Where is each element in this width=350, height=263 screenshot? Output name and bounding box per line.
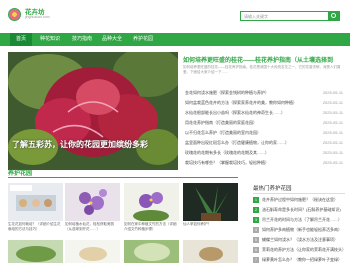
list-item[interactable]: 用花花养护指南（打造美丽的家庭花园） 2025-05-11 <box>183 118 345 128</box>
article-card[interactable]: 生花花如何栽培？（详细介绍生花栽培的方法与技巧） <box>8 183 63 233</box>
sidebar-title: 最热门养护花园 <box>253 186 292 192</box>
site-url: jinghuacao.com <box>25 15 50 19</box>
main-nav: 首页 种花知识 技巧指南 品种大全 养护花园 <box>0 33 350 46</box>
sidebar-item-title[interactable]: 花卉养护过程中如何施肥？（秘诀在这里） <box>262 195 348 205</box>
article-thumbnail <box>65 240 120 263</box>
nav-item-garden[interactable]: 养护花园 <box>128 33 158 46</box>
article-card[interactable]: 如何在家中种植文竹的方法（详细介绍文竹种植步骤） <box>124 183 179 233</box>
site-header: 花卉坊 jinghuacao.com 请输入关键字 <box>0 0 350 32</box>
news-title[interactable]: 金花如何浇水施肥（探索金钱树的种植与养护） <box>185 88 311 98</box>
article-card-lower[interactable] <box>8 240 63 263</box>
nav-item-varieties[interactable]: 品种大全 <box>98 33 126 46</box>
list-item[interactable]: 7 绿萝黄叶怎么办？（教你一招绿萝叶子变绿） <box>253 255 348 263</box>
news-date: 2025-05-11 <box>322 130 343 135</box>
hero-caption[interactable]: 了解五彩苏，让你的花园更加缤纷多彩 <box>12 140 174 150</box>
news-date: 2025-05-11 <box>322 90 343 95</box>
rank-badge: 7 <box>253 257 259 263</box>
news-title[interactable]: 以不归花怎么养护（打造美丽的室内花园） <box>185 128 311 138</box>
list-item[interactable]: 5 蝴蝶兰如何浇水？（浇水方法及注意事项） <box>253 235 348 245</box>
news-title[interactable]: 如何盆栽蓝色花卉的方法（探索家养花卉的美，教你如何种植） <box>185 98 311 108</box>
section-title[interactable]: 养护花园 <box>8 168 32 177</box>
article-thumbnail <box>124 240 179 263</box>
article-thumbnail <box>8 240 63 263</box>
sidebar-divider <box>253 193 345 194</box>
article-card-lower[interactable] <box>65 240 120 263</box>
list-item[interactable]: 栽培技巧有哪些？（掌握栽培技巧，轻松种植） 2025-05-11 <box>183 158 345 168</box>
news-title[interactable]: 水仙花根部能长出小苗吗（探索水仙花的神奇生长……） <box>185 108 311 118</box>
section-divider <box>8 177 238 178</box>
nav-item-tips[interactable]: 技巧指南 <box>68 33 96 46</box>
list-item[interactable]: 如何盆栽蓝色花卉的方法（探索家养花卉的美，教你如何种植） 2025-05-11 <box>183 98 345 108</box>
article-thumbnail <box>65 183 120 221</box>
list-item[interactable]: 1 花卉养护过程中如何施肥？（秘诀在这里） <box>253 195 348 205</box>
news-title[interactable]: 栽培技巧有哪些？（掌握栽培技巧，轻松种植） <box>185 158 311 168</box>
sidebar-item-title[interactable]: 如何养护多肉植物（新手也能轻松养活多肉） <box>262 225 348 235</box>
news-title[interactable]: 玫瑰花的花期有多长（玫瑰花的花期及其……） <box>185 148 311 158</box>
coleus-plant-image <box>8 52 178 170</box>
article-card[interactable]: 如何培植水仙花，轻松获取美丽（从选球到开花……） <box>65 183 120 233</box>
nav-item-home[interactable]: 首页 <box>10 33 32 46</box>
rank-badge: 1 <box>253 197 259 203</box>
search-button[interactable] <box>328 11 340 21</box>
news-date: 2025-05-11 <box>322 140 343 145</box>
sidebar-item-title[interactable]: 吊兰开花的时间与方法（了解吊兰开花……） <box>262 215 348 225</box>
flower-logo-icon[interactable] <box>8 8 21 21</box>
rank-badge: 3 <box>253 217 259 223</box>
search-input[interactable]: 请输入关键字 <box>240 11 330 21</box>
featured-description: 如何培养更旺盛的桂花——桂花养护指南。桂花是我国十大传统名花之一，它的花香浓郁，… <box>183 65 341 74</box>
nav-item-knowledge[interactable]: 种花知识 <box>36 33 64 46</box>
news-title[interactable]: 用花花养护指南（打造美丽的家庭花园） <box>185 118 311 128</box>
list-item[interactable]: 金花如何浇水施肥（探索金钱树的种植与养护） 2025-05-11 <box>183 88 345 98</box>
news-list: 金花如何浇水施肥（探索金钱树的种植与养护） 2025-05-11 如何盆栽蓝色花卉… <box>183 88 345 168</box>
news-date: 2025-05-11 <box>322 100 343 105</box>
article-caption[interactable]: 如何在家中种植文竹的方法（详细介绍文竹种植步骤） <box>124 222 179 232</box>
list-item[interactable]: 以不归花怎么养护（打造美丽的室内花园） 2025-05-11 <box>183 128 345 138</box>
search-icon <box>331 13 336 18</box>
list-item[interactable]: 玫瑰花的花期有多长（玫瑰花的花期及其……） 2025-05-11 <box>183 148 345 158</box>
article-card-lower[interactable] <box>124 240 179 263</box>
news-date: 2025-05-11 <box>322 110 343 115</box>
sidebar-item-title[interactable]: 油石斛寿命是多长时间？(石斛养护基础知识) <box>262 205 348 215</box>
hero-banner[interactable]: 了解五彩苏，让你的花园更加缤纷多彩 <box>8 52 178 170</box>
news-title[interactable]: 盆里面种出现红斑怎么办（打造健康植物，让你的家……） <box>185 138 311 148</box>
list-item[interactable]: 4 如何养护多肉植物（新手也能轻松养活多肉） <box>253 225 348 235</box>
featured-title[interactable]: 如何培养更旺盛的桂花——桂花养护指南（从土壤选择到 <box>183 55 343 64</box>
sidebar-item-title[interactable]: 蝴蝶兰如何浇水？（浇水方法及注意事项） <box>262 235 348 245</box>
article-card[interactable]: 仙人掌如何养护？ <box>183 183 238 233</box>
sidebar-item-title[interactable]: 绿萝黄叶怎么办？（教你一招绿萝叶子变绿） <box>262 255 348 263</box>
rank-badge: 6 <box>253 247 259 253</box>
article-caption[interactable]: 仙人掌如何养护？ <box>183 222 238 227</box>
news-date: 2025-05-11 <box>322 150 343 155</box>
article-thumbnail <box>183 240 238 263</box>
list-item[interactable]: 盆里面种出现红斑怎么办（打造健康植物，让你的家……） 2025-05-11 <box>183 138 345 148</box>
news-date: 2025-05-11 <box>322 160 343 165</box>
article-thumbnail <box>8 183 63 221</box>
list-item[interactable]: 6 茉莉花的养护方法（让你家的茉莉花开满枝头） <box>253 245 348 255</box>
rank-badge: 4 <box>253 227 259 233</box>
rank-badge: 2 <box>253 207 259 213</box>
article-thumbnail <box>183 183 238 221</box>
article-caption[interactable]: 生花花如何栽培？（详细介绍生花栽培的方法与技巧） <box>8 222 63 232</box>
rank-badge: 5 <box>253 237 259 243</box>
list-item[interactable]: 水仙花根部能长出小苗吗（探索水仙花的神奇生长……） 2025-05-11 <box>183 108 345 118</box>
list-item[interactable]: 3 吊兰开花的时间与方法（了解吊兰开花……） <box>253 215 348 225</box>
article-thumbnail <box>124 183 179 222</box>
news-date: 2025-05-11 <box>322 120 343 125</box>
article-card-lower[interactable] <box>183 240 238 263</box>
article-caption[interactable]: 如何培植水仙花，轻松获取美丽（从选球到开花……） <box>65 222 120 232</box>
sidebar-item-title[interactable]: 茉莉花的养护方法（让你家的茉莉花开满枝头） <box>262 245 348 255</box>
list-item[interactable]: 2 油石斛寿命是多长时间？(石斛养护基础知识) <box>253 205 348 215</box>
sidebar-list: 1 花卉养护过程中如何施肥？（秘诀在这里） 2 油石斛寿命是多长时间？(石斛养护基础… <box>253 195 348 263</box>
